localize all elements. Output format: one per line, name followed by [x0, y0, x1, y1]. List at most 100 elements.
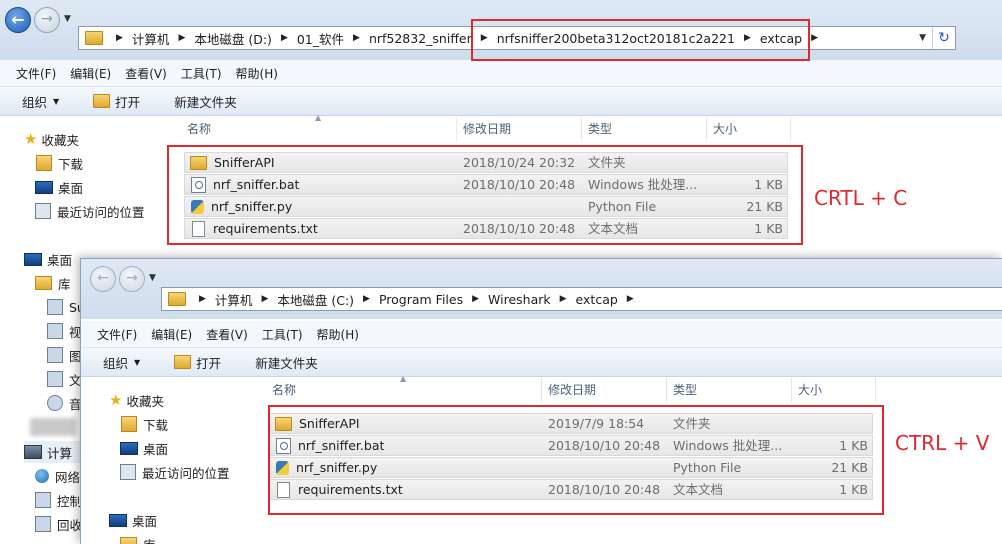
address-history-dropdown-icon[interactable]: ▼	[913, 33, 932, 43]
refresh-icon[interactable]: ↻	[932, 27, 955, 49]
videos-icon	[47, 323, 63, 339]
nav-pictures[interactable]: 图	[47, 344, 82, 366]
nav-desktop-root[interactable]: 桌面	[109, 509, 157, 531]
breadcrumb-separator-icon: ▶	[116, 33, 123, 43]
menu-view[interactable]: 查看(V)	[118, 65, 174, 82]
organize-button[interactable]: 组织 ▼	[22, 92, 71, 111]
nav-music[interactable]: 音	[47, 392, 82, 414]
breadcrumb-separator-icon[interactable]: ▶	[199, 294, 206, 304]
menu-tools[interactable]: 工具(T)	[174, 65, 229, 82]
nav-computer[interactable]: 计算	[24, 441, 80, 463]
highlight-box-source-path	[471, 19, 810, 61]
breadcrumb-separator-icon[interactable]: ▶	[363, 294, 370, 304]
nav-label: 收藏夹	[126, 391, 164, 410]
forward-button[interactable]: →	[34, 7, 60, 33]
recent-places-icon	[120, 464, 136, 480]
column-type[interactable]: 类型	[667, 378, 792, 402]
menu-file[interactable]: 文件(F)	[0, 65, 63, 82]
nav-recent-places[interactable]: 最近访问的位置	[35, 200, 145, 222]
column-size[interactable]: 大小	[792, 378, 876, 402]
breadcrumb-separator-icon[interactable]: ▶	[281, 33, 288, 43]
column-name[interactable]: 名称	[181, 117, 457, 141]
open-button[interactable]: 打开	[93, 92, 152, 111]
music-icon	[47, 395, 63, 411]
breadcrumb-extcap[interactable]: extcap	[576, 292, 618, 307]
breadcrumb-separator-icon[interactable]: ▶	[353, 33, 360, 43]
downloads-folder-icon	[36, 155, 52, 171]
nav-recent-places[interactable]: 最近访问的位置	[120, 461, 230, 483]
back-button[interactable]: ←	[5, 7, 31, 33]
nav-videos[interactable]: 视	[47, 320, 82, 342]
nav-label: 最近访问的位置	[142, 463, 230, 482]
breadcrumb-separator-icon[interactable]: ▶	[178, 33, 185, 43]
nav-desktop-root[interactable]: 桌面	[24, 248, 72, 270]
documents-icon	[47, 371, 63, 387]
breadcrumb-software[interactable]: 01_软件	[297, 29, 344, 48]
menu-edit[interactable]: 编辑(E)	[63, 65, 118, 82]
nav-downloads[interactable]: 下载	[36, 152, 83, 174]
desktop-icon	[109, 514, 127, 527]
column-size[interactable]: 大小	[707, 117, 791, 141]
nav-label: 库	[58, 274, 71, 293]
breadcrumb-separator-icon[interactable]: ▶	[811, 33, 818, 43]
column-date-modified[interactable]: 修改日期	[457, 117, 582, 141]
breadcrumb-drive-d[interactable]: 本地磁盘 (D:)	[194, 29, 272, 48]
pictures-icon	[47, 347, 63, 363]
nav-network[interactable]: 网络	[35, 465, 80, 487]
recent-pages-dropdown[interactable]: ▼	[64, 14, 71, 24]
nav-label: 桌面	[132, 511, 157, 530]
breadcrumb-computer[interactable]: 计算机	[215, 290, 253, 309]
nav-libraries[interactable]: 库	[35, 272, 71, 294]
control-panel-icon	[35, 492, 51, 508]
nav-recycle-bin[interactable]: 回收	[35, 513, 82, 535]
column-type[interactable]: 类型	[582, 117, 707, 141]
nav-documents[interactable]: 文	[47, 368, 82, 390]
breadcrumb-drive-c[interactable]: 本地磁盘 (C:)	[277, 290, 354, 309]
new-folder-button[interactable]: 新建文件夹	[174, 92, 249, 111]
menu-tools[interactable]: 工具(T)	[255, 326, 310, 343]
library-icon	[35, 276, 52, 290]
breadcrumb-nrf52832-sniffer[interactable]: nrf52832_sniffer	[369, 31, 472, 46]
nav-control-panel[interactable]: 控制	[35, 489, 82, 511]
breadcrumb-wireshark[interactable]: Wireshark	[488, 292, 551, 307]
downloads-folder-icon	[121, 416, 137, 432]
star-icon: ★	[24, 130, 37, 148]
column-date-modified[interactable]: 修改日期	[542, 378, 667, 402]
nav-libraries[interactable]: 库	[120, 533, 156, 544]
nav-label: 桌面	[58, 178, 83, 197]
back-button[interactable]: ←	[90, 266, 116, 292]
open-button[interactable]: 打开	[174, 353, 233, 372]
breadcrumb-computer[interactable]: 计算机	[132, 29, 170, 48]
menu-edit[interactable]: 编辑(E)	[144, 326, 199, 343]
menu-bar: 文件(F) 编辑(E) 查看(V) 工具(T) 帮助(H)	[81, 321, 1002, 348]
nav-downloads[interactable]: 下载	[121, 413, 168, 435]
nav-label: 控制	[57, 491, 82, 510]
breadcrumb-separator-icon[interactable]: ▶	[261, 294, 268, 304]
nav-label: 最近访问的位置	[57, 202, 145, 221]
folder-icon	[85, 31, 103, 45]
menu-help[interactable]: 帮助(H)	[310, 326, 366, 343]
command-bar: 组织 ▼ 打开 新建文件夹	[0, 87, 1002, 116]
nav-favorites[interactable]: ★ 收藏夹	[109, 389, 164, 411]
nav-label: 计算	[47, 443, 72, 462]
menu-file[interactable]: 文件(F)	[81, 326, 144, 343]
address-bar[interactable]: ▶ 计算机 ▶ 本地磁盘 (C:) ▶ Program Files ▶ Wire…	[161, 287, 1002, 311]
desktop-icon	[35, 181, 53, 194]
nav-label: 桌面	[47, 250, 72, 269]
new-folder-button[interactable]: 新建文件夹	[255, 353, 330, 372]
menu-view[interactable]: 查看(V)	[199, 326, 255, 343]
organize-label: 组织	[103, 353, 128, 372]
desktop-icon	[24, 253, 42, 266]
forward-button[interactable]: →	[119, 266, 145, 292]
nav-desktop[interactable]: 桌面	[35, 176, 83, 198]
nav-desktop[interactable]: 桌面	[120, 437, 168, 459]
recent-pages-dropdown[interactable]: ▼	[149, 273, 156, 283]
breadcrumb-separator-icon[interactable]: ▶	[627, 294, 634, 304]
nav-favorites[interactable]: ★ 收藏夹	[24, 128, 79, 150]
breadcrumb-separator-icon[interactable]: ▶	[560, 294, 567, 304]
menu-help[interactable]: 帮助(H)	[229, 65, 285, 82]
column-name[interactable]: 名称	[266, 378, 542, 402]
breadcrumb-program-files[interactable]: Program Files	[379, 292, 463, 307]
organize-button[interactable]: 组织 ▼	[103, 353, 152, 372]
breadcrumb-separator-icon[interactable]: ▶	[472, 294, 479, 304]
